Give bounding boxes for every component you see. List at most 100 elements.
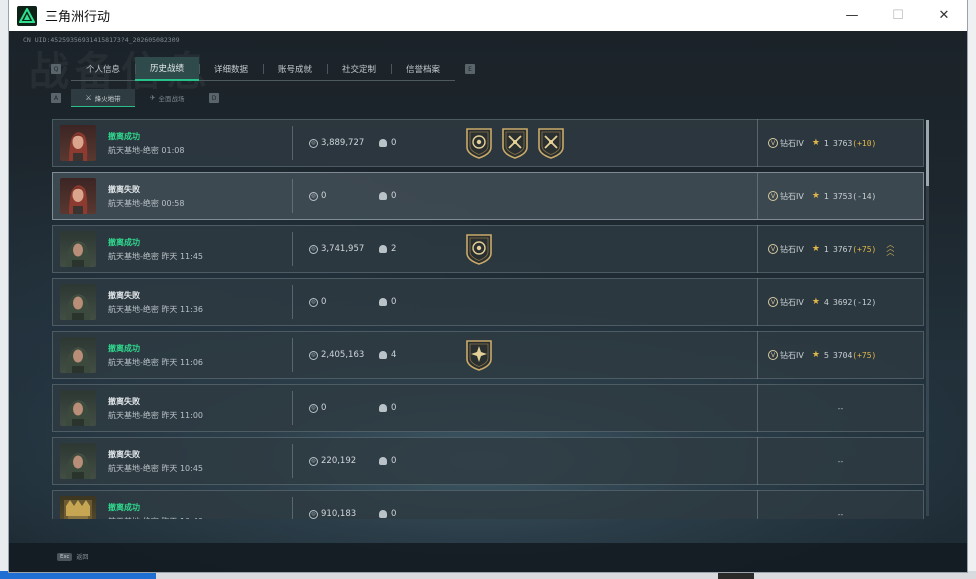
- match-history-list[interactable]: 撤离成功 航天基地-绝密 01:08 ◎ 3,889,727 0 V 钻石IV ★ 1 3763(…: [52, 119, 924, 519]
- extraction-status: 撤离成功: [108, 502, 140, 512]
- medal-burst-icon[interactable]: [465, 339, 493, 371]
- medal-crest-icon[interactable]: [465, 127, 493, 159]
- kill-count-text: 0: [391, 297, 397, 307]
- medal-crossed-icon[interactable]: [537, 127, 565, 159]
- loot-value: ◎ 3,889,727: [309, 138, 379, 148]
- kill-count: 0: [379, 297, 449, 307]
- loot-value-text: 0: [321, 403, 327, 413]
- skull-icon: [379, 351, 387, 359]
- operator-avatar: [60, 231, 96, 267]
- rank-up-chevron-icon: ︿ ︿ ︿: [886, 240, 895, 257]
- kill-count-text: 0: [391, 191, 397, 201]
- tab-left-key-hint[interactable]: Q: [51, 64, 61, 74]
- subtab-full-battlefield[interactable]: ✈ 全面战场: [135, 89, 199, 107]
- rank-score: 3767: [833, 244, 853, 254]
- rank-badge-icon: V: [768, 138, 778, 148]
- loot-value: ◎ 220,192: [309, 456, 379, 466]
- extraction-status: 撤离失败: [108, 290, 140, 300]
- kill-count: 0: [379, 191, 449, 201]
- loot-value: ◎ 0: [309, 403, 379, 413]
- match-record-row[interactable]: 撤离成功 航天基地-绝密 01:08 ◎ 3,889,727 0 V 钻石IV ★ 1 3763(…: [52, 119, 924, 167]
- rank-cell: V 钻石IV ★ 1 3767 (+75) ︿ ︿ ︿: [757, 225, 923, 273]
- back-label: 返回: [76, 554, 89, 561]
- match-record-row[interactable]: 撤离成功 航天基地-绝密 昨天 11:06 ◎ 2,405,163 4 V 钻石IV ★ 5 37…: [52, 331, 924, 379]
- sub-tab-bar: A ⚔ 烽火地带 ✈ 全面战场 D: [51, 89, 219, 107]
- esc-key-hint: Esc: [57, 552, 73, 561]
- tab-0[interactable]: 个人信息: [71, 57, 135, 81]
- star-icon: ★: [811, 244, 820, 254]
- kill-count-text: 0: [391, 456, 397, 466]
- medal-crossed-icon[interactable]: [501, 127, 529, 159]
- extraction-status: 撤离成功: [108, 343, 140, 353]
- column-divider: [292, 126, 293, 160]
- kill-count: 0: [379, 509, 449, 519]
- star-icon: ★: [811, 138, 820, 148]
- rank-cell: --: [757, 490, 923, 519]
- rank-score-delta: (+10): [852, 138, 877, 148]
- subtab-right-key-hint[interactable]: D: [209, 93, 219, 103]
- map-and-time: 航天基地-绝密 昨天 11:06: [108, 357, 204, 367]
- loot-value-text: 0: [321, 191, 327, 201]
- loot-value-text: 910,183: [321, 509, 357, 519]
- maximize-button[interactable]: ☐: [875, 0, 921, 31]
- scrollbar-thumb[interactable]: [926, 120, 929, 186]
- kill-count: 2: [379, 244, 449, 254]
- column-divider: [292, 179, 293, 213]
- tab-5[interactable]: 信誉档案: [391, 57, 455, 81]
- kill-count: 0: [379, 138, 449, 148]
- tab-right-key-hint[interactable]: E: [465, 64, 475, 74]
- kill-count: 0: [379, 456, 449, 466]
- operator-avatar: [60, 337, 96, 373]
- rank-empty: --: [837, 509, 844, 519]
- tab-2[interactable]: 详细数据: [199, 57, 263, 81]
- rank-cell: V 钻石IV ★ 1 3763 (+10): [757, 119, 923, 167]
- minimize-button[interactable]: —: [829, 0, 875, 31]
- match-record-row[interactable]: 撤离失败 航天基地-绝密 昨天 11:00 ◎ 0 0 --: [52, 384, 924, 432]
- rank-cell: --: [757, 437, 923, 485]
- rank-score: 3704: [833, 350, 853, 360]
- kill-count-text: 0: [391, 403, 397, 413]
- close-button[interactable]: ✕: [921, 0, 967, 31]
- rank-score-delta: (+75): [852, 244, 877, 254]
- match-record-row[interactable]: 撤离失败 航天基地-绝密 00:58 ◎ 0 0 V 钻石IV ★ 1 3753 (-14): [52, 172, 924, 220]
- operator-avatar: [60, 443, 96, 479]
- column-divider: [292, 338, 293, 372]
- map-and-time: 航天基地-绝密 00:58: [108, 198, 185, 208]
- rank-score: 3763: [833, 138, 853, 148]
- title-bar[interactable]: 三角洲行动 — ☐ ✕: [9, 0, 967, 31]
- star-level: 5: [823, 350, 830, 360]
- back-button[interactable]: Esc 返回: [57, 551, 88, 562]
- rank-score: 3753: [833, 191, 853, 201]
- rank-badge-icon: V: [768, 350, 778, 360]
- kill-count-text: 4: [391, 350, 397, 360]
- star-icon: ★: [811, 350, 820, 360]
- match-record-row[interactable]: 撤离成功 航天基地-绝密 昨天 11:45 ◎ 3,741,957 2 V 钻石IV ★ 1 37…: [52, 225, 924, 273]
- medal-crest-icon[interactable]: [465, 233, 493, 265]
- tab-3[interactable]: 账号成就: [263, 57, 327, 81]
- column-divider: [292, 391, 293, 425]
- map-and-time: 航天基地-绝密 昨天 11:36: [108, 304, 204, 314]
- skull-icon: [379, 192, 387, 200]
- loot-value-text: 3,889,727: [321, 138, 365, 148]
- subtab-label: 全面战场: [158, 95, 185, 103]
- map-and-time: 航天基地-绝密 昨天 11:00: [108, 410, 204, 420]
- jet-icon: ✈: [149, 94, 156, 102]
- rank-score: 3692: [833, 297, 853, 307]
- match-record-row[interactable]: 撤离失败 航天基地-绝密 昨天 11:36 ◎ 0 0 V 钻石IV ★ 4 3692 (-12): [52, 278, 924, 326]
- subtab-label: 烽火地带: [94, 94, 121, 103]
- app-window: 三角洲行动 — ☐ ✕ 战备信息 CN UID:4525935693141581…: [9, 0, 967, 572]
- coin-icon: ◎: [309, 350, 318, 360]
- subtab-left-key-hint[interactable]: A: [51, 93, 61, 103]
- extraction-status: 撤离失败: [108, 396, 140, 406]
- loot-value-text: 3,741,957: [321, 244, 365, 254]
- rank-cell: V 钻石IV ★ 4 3692 (-12): [757, 278, 923, 326]
- match-record-row[interactable]: 撤离成功航天基地-绝密 昨天 10:40 ◎910,183 0 --: [52, 490, 924, 519]
- rank-name: 钻石IV: [780, 350, 804, 360]
- tab-1[interactable]: 历史战绩: [135, 57, 199, 81]
- rank-name: 钻石IV: [780, 138, 804, 148]
- tab-4[interactable]: 社交定制: [327, 57, 391, 81]
- subtab-hazard-zone[interactable]: ⚔ 烽火地带: [71, 89, 135, 107]
- skull-icon: [379, 404, 387, 412]
- match-record-row[interactable]: 撤离失败 航天基地-绝密 昨天 10:45 ◎ 220,192 0 --: [52, 437, 924, 485]
- skull-icon: [379, 510, 387, 518]
